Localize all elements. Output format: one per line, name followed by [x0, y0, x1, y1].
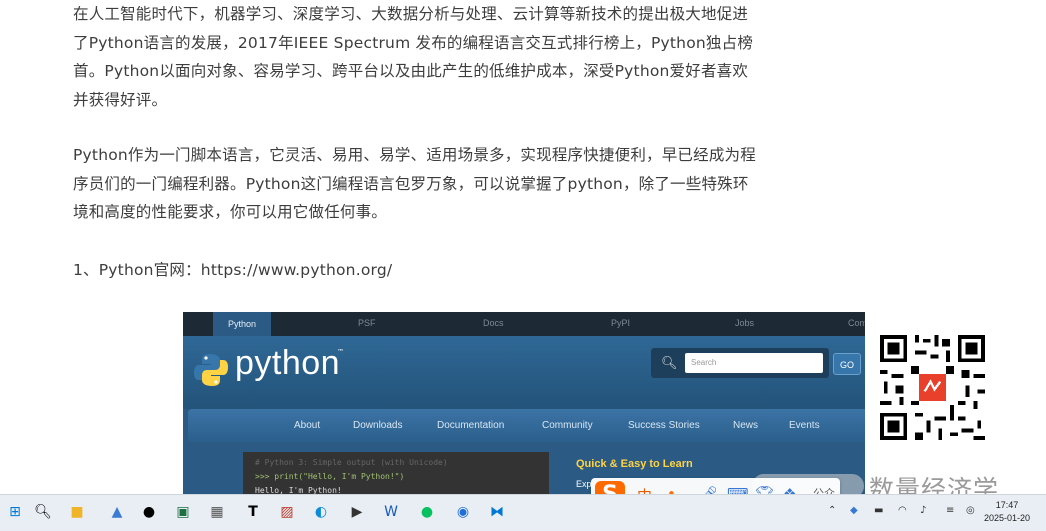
python-main-nav: About Downloads Documentation Community … [188, 409, 865, 442]
nav-about[interactable]: About [294, 420, 320, 431]
python-website-screenshot: Python PSF Docs PyPI Jobs Com python ™ 🔍… [183, 312, 865, 494]
python-top-bar: Python PSF Docs PyPI Jobs Com [183, 312, 865, 336]
grid-app-icon[interactable]: ▦ [204, 499, 230, 525]
trademark-mark: ™ [337, 348, 344, 356]
vscode-icon[interactable]: ⧓ [484, 499, 510, 525]
nav-news[interactable]: News [733, 420, 758, 431]
nav-downloads[interactable]: Downloads [353, 420, 402, 431]
quick-learn-heading: Quick & Easy to Learn [576, 458, 693, 470]
quick-learn-text: Exp [576, 479, 592, 489]
nav-success-stories[interactable]: Success Stories [628, 420, 700, 431]
clock-time: 17:47 [995, 500, 1019, 510]
tab-community[interactable]: Com [848, 318, 865, 328]
tray-network-icon[interactable]: ≡ [946, 505, 954, 516]
python-header: python ™ 🔍︎ Search GO [183, 336, 865, 409]
search-icon: 🔍︎ [661, 356, 678, 371]
code-output: Hello, I'm Python! [255, 486, 342, 494]
nav-events[interactable]: Events [789, 420, 820, 431]
qr-code [876, 331, 989, 444]
code-sample: # Python 3: Simple output (with Unicode)… [243, 452, 549, 494]
go-button[interactable]: GO [833, 353, 861, 375]
tray-wifi-icon[interactable]: ◠ [898, 505, 907, 516]
search-input[interactable]: Search [685, 353, 823, 373]
article-paragraph-2: Python作为一门脚本语言，它灵活、易用、易学、适用场景多，实现程序快捷便利，… [73, 146, 756, 221]
tab-jobs[interactable]: Jobs [735, 318, 754, 328]
nav-documentation[interactable]: Documentation [437, 420, 504, 431]
excel-icon[interactable]: ▣ [170, 499, 196, 525]
tray-app-icon[interactable]: ▬ [874, 505, 883, 516]
app-icon-3[interactable]: ◉ [450, 499, 476, 525]
edge-browser-icon[interactable]: ◐ [308, 499, 334, 525]
search-icon[interactable]: 🔍︎ [30, 499, 56, 525]
windows-start-icon[interactable]: ⊞ [2, 499, 28, 525]
app-icon-1[interactable]: ▲ [104, 499, 130, 525]
terminal-icon[interactable]: ▶ [344, 499, 370, 525]
tab-python[interactable]: Python [213, 312, 272, 336]
code-prompt: >>> print("Hello, I'm Python!") [255, 472, 405, 481]
tab-docs[interactable]: Docs [483, 318, 504, 328]
tab-psf[interactable]: PSF [358, 318, 376, 328]
python-logo-icon [194, 354, 228, 386]
file-explorer-icon[interactable]: ■ [64, 499, 90, 525]
app-icon-2[interactable]: ▨ [274, 499, 300, 525]
tray-volume-icon[interactable]: ♪ [920, 505, 926, 516]
windows-taskbar: ⊞ 🔍︎ ■ ▲ ● ▣ ▦ T ▨ ◐ ▶ W ● ◉ ⧓ ⌃ ◆ ▬ ◠ ♪… [0, 494, 1046, 531]
tray-shield-icon[interactable]: ◆ [850, 505, 858, 516]
taskbar-clock[interactable]: 17:47 2025-01-20 [984, 499, 1030, 525]
clock-date: 2025-01-20 [984, 513, 1031, 523]
tray-ime-icon[interactable]: ◎ [966, 505, 975, 516]
code-comment: # Python 3: Simple output (with Unicode) [255, 458, 448, 467]
tab-pypi[interactable]: PyPI [611, 318, 630, 328]
python-logo-text: python [235, 344, 341, 382]
tray-chevron-icon[interactable]: ⌃ [828, 505, 836, 516]
panda-app-icon[interactable]: ● [136, 499, 162, 525]
nav-community[interactable]: Community [542, 420, 593, 431]
article-paragraph-3: 1、Python官网：https://www.python.org/ [73, 261, 393, 279]
typora-icon[interactable]: T [240, 499, 266, 525]
word-icon[interactable]: W [378, 499, 404, 525]
article-paragraph-1: 在人工智能时代下，机器学习、深度学习、大数据分析与处理、云计算等新技术的提出极大… [73, 5, 754, 109]
wechat-icon[interactable]: ● [414, 499, 440, 525]
